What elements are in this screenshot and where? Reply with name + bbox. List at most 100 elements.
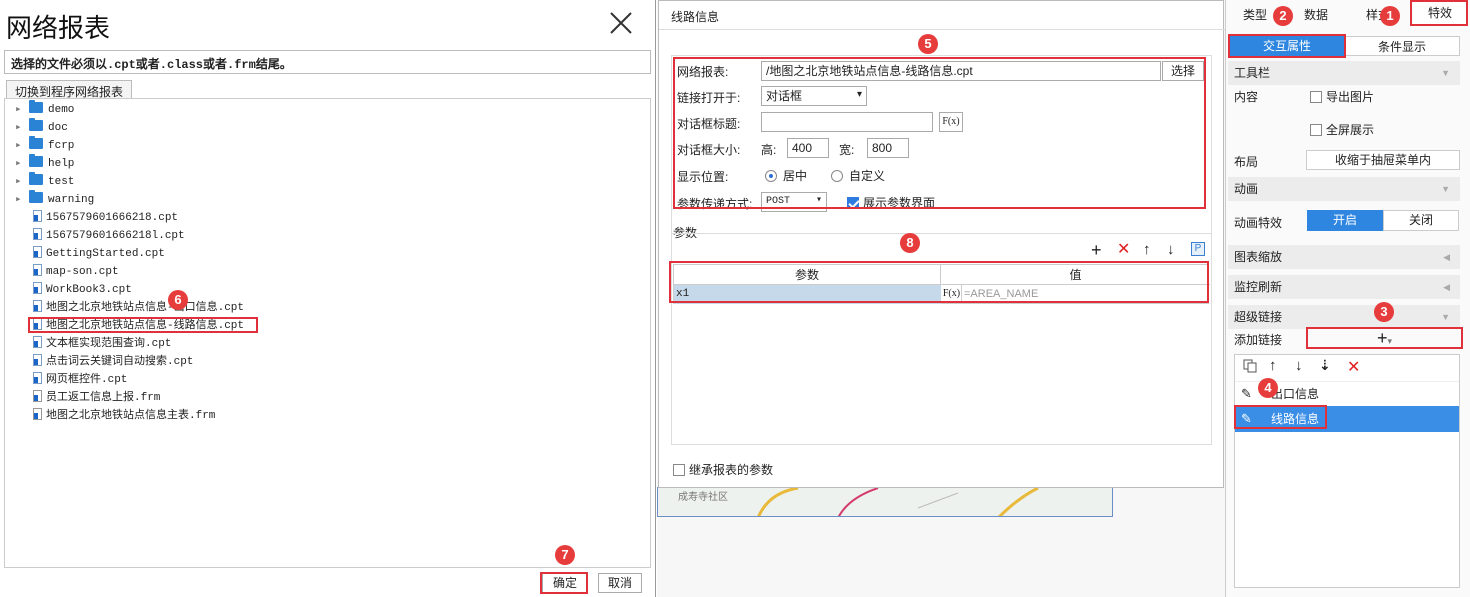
tree-folder[interactable]: ▸ demo xyxy=(15,100,74,119)
layout-label: 布局 xyxy=(1234,155,1259,169)
position-center-radio[interactable]: 居中 xyxy=(765,167,807,184)
tree-file[interactable]: 1567579601666218.cpt xyxy=(15,209,178,227)
position-custom-radio[interactable]: 自定义 xyxy=(831,167,885,184)
section-zoom[interactable]: 图表缩放 ◀ xyxy=(1228,245,1460,269)
fullscreen-label: 全屏展示 xyxy=(1326,123,1375,137)
show-params-checkbox[interactable]: 展示参数界面 xyxy=(847,194,935,211)
delete-link-icon[interactable]: ✕ xyxy=(1347,357,1360,377)
file-dialog: 网络报表 选择的文件必须以.cpt或者.class或者.frm结尾。 切换到程序… xyxy=(0,0,656,597)
pencil-icon: ✎ xyxy=(1241,386,1252,401)
file-ext-note: 选择的文件必须以.cpt或者.class或者.frm结尾。 xyxy=(4,50,651,74)
ok-button[interactable]: 确定 xyxy=(542,573,588,593)
tree-item-label: 地图之北京地铁站点信息主表.frm xyxy=(46,410,216,422)
width-input[interactable]: 800 xyxy=(867,138,909,158)
export-image-checkbox[interactable]: 导出图片 xyxy=(1310,88,1374,105)
add-param-icon[interactable]: + xyxy=(1091,241,1102,259)
height-input[interactable]: 400 xyxy=(787,138,829,158)
link-item-route[interactable]: ✎ 线路信息 xyxy=(1235,406,1459,432)
formula-button[interactable]: F(x) xyxy=(942,285,962,304)
cpt-file-icon xyxy=(33,246,42,258)
move-down-icon[interactable]: ↓ xyxy=(1295,357,1303,374)
pencil-icon: ✎ xyxy=(1241,411,1252,426)
open-in-select[interactable]: 对话框 ▾ xyxy=(761,86,867,106)
anim-off-button[interactable]: 关闭 xyxy=(1383,210,1459,231)
move-up-icon[interactable]: ↑ xyxy=(1143,241,1151,259)
section-toolbar[interactable]: 工具栏 ▼ xyxy=(1228,61,1460,85)
cancel-button[interactable]: 取消 xyxy=(598,573,642,593)
tab-type[interactable]: 类型 xyxy=(1243,6,1267,23)
move-down-icon[interactable]: ↓ xyxy=(1167,241,1175,259)
chevron-down-icon: ▼ xyxy=(1441,68,1450,78)
tree-folder[interactable]: ▸ doc xyxy=(15,118,68,137)
open-in-value: 对话框 xyxy=(766,89,803,103)
layout-select[interactable]: 收缩于抽屉菜单内 xyxy=(1306,150,1460,170)
inherit-params-checkbox[interactable]: 继承报表的参数 xyxy=(673,461,773,478)
anim-on-button[interactable]: 开启 xyxy=(1307,210,1383,231)
step-badge-2: 2 xyxy=(1273,6,1293,26)
sub-tab-conditional[interactable]: 条件显示 xyxy=(1344,36,1460,56)
copy-icon[interactable] xyxy=(1243,359,1257,373)
tree-folder[interactable]: ▸ test xyxy=(15,172,74,191)
section-animation[interactable]: 动画 ▼ xyxy=(1228,177,1460,201)
open-in-label: 链接打开于: xyxy=(677,91,741,105)
link-item-label: 线路信息 xyxy=(1271,412,1320,426)
position-center-label: 居中 xyxy=(783,169,808,183)
tree-file[interactable]: 1567579601666218l.cpt xyxy=(15,227,185,245)
expand-arrow-icon[interactable]: ▸ xyxy=(15,155,29,173)
move-up-icon[interactable]: ↑ xyxy=(1269,357,1277,374)
choose-button[interactable]: 选择 xyxy=(1162,61,1204,81)
expand-arrow-icon[interactable]: ▸ xyxy=(15,191,29,209)
tree-file[interactable]: 地图之北京地铁站点信息-出口信息.cpt xyxy=(15,299,244,317)
section-toolbar-label: 工具栏 xyxy=(1234,66,1271,80)
expand-arrow-icon[interactable]: ▸ xyxy=(15,137,29,155)
content-label: 内容 xyxy=(1234,90,1259,104)
expand-arrow-icon[interactable]: ▸ xyxy=(15,173,29,191)
cpt-file-icon xyxy=(33,318,42,330)
expand-arrow-icon[interactable]: ▸ xyxy=(15,101,29,119)
param-mode-select[interactable]: POST ▾ xyxy=(761,192,827,212)
param-mode-value: POST xyxy=(766,196,791,207)
tree-item-label: 网页框控件.cpt xyxy=(46,374,128,386)
step-badge-4: 4 xyxy=(1258,378,1278,398)
tree-folder[interactable]: ▸ help xyxy=(15,154,74,173)
section-zoom-label: 图表缩放 xyxy=(1234,250,1283,264)
tab-data[interactable]: 数据 xyxy=(1304,6,1328,23)
step-badge-1: 1 xyxy=(1380,6,1400,26)
tree-file[interactable]: 点击词云关键词自动搜索.cpt xyxy=(15,353,193,371)
dialog-size-label: 对话框大小: xyxy=(677,143,741,157)
formula-button[interactable]: F(x) xyxy=(939,112,963,132)
tree-file[interactable]: 地图之北京地铁站点信息-线路信息.cpt xyxy=(15,317,244,335)
close-icon[interactable] xyxy=(608,10,634,36)
section-monitor[interactable]: 监控刷新 ◀ xyxy=(1228,275,1460,299)
tree-file[interactable]: GettingStarted.cpt xyxy=(15,245,165,263)
tree-file[interactable]: 员工返工信息上报.frm xyxy=(15,389,160,407)
export-image-label: 导出图片 xyxy=(1326,90,1375,104)
section-hyperlink[interactable]: 超级链接 ▼ xyxy=(1228,305,1460,329)
delete-param-icon[interactable]: ✕ xyxy=(1117,241,1130,259)
tree-file[interactable]: 地图之北京地铁站点信息主表.frm xyxy=(15,407,215,425)
folder-icon xyxy=(29,118,43,131)
cpt-file-icon xyxy=(33,210,42,222)
expand-arrow-icon[interactable]: ▸ xyxy=(15,119,29,137)
param-p-icon[interactable]: P xyxy=(1191,242,1205,256)
value-cell[interactable]: =AREA_NAME xyxy=(964,285,1038,304)
add-link-label: 添加链接 xyxy=(1234,333,1283,347)
tree-file[interactable]: WorkBook3.cpt xyxy=(15,281,132,299)
tree-file[interactable]: map-son.cpt xyxy=(15,263,119,281)
add-link-button[interactable]: +▾ xyxy=(1308,328,1461,348)
sort-icon[interactable]: ⇣ xyxy=(1319,357,1331,374)
tree-folder[interactable]: ▸ fcrp xyxy=(15,136,74,155)
frm-file-icon xyxy=(33,390,42,402)
tab-effects[interactable]: 特效 xyxy=(1413,0,1467,24)
tree-folder[interactable]: ▸ warning xyxy=(15,190,94,209)
param-cell[interactable]: x1 xyxy=(674,285,941,304)
report-path-input[interactable]: /地图之北京地铁站点信息-线路信息.cpt xyxy=(761,61,1161,81)
tree-item-label: doc xyxy=(48,122,68,134)
param-mode-label: 参数传递方式: xyxy=(677,197,753,211)
dialog-title-input[interactable] xyxy=(761,112,933,132)
tree-file[interactable]: 文本框实现范围查询.cpt xyxy=(15,335,171,353)
sub-tab-interaction[interactable]: 交互属性 xyxy=(1230,36,1344,56)
tree-file[interactable]: 网页框控件.cpt xyxy=(15,371,127,389)
fullscreen-checkbox[interactable]: 全屏展示 xyxy=(1310,121,1374,138)
tree-item-label: 点击词云关键词自动搜索.cpt xyxy=(46,356,194,368)
